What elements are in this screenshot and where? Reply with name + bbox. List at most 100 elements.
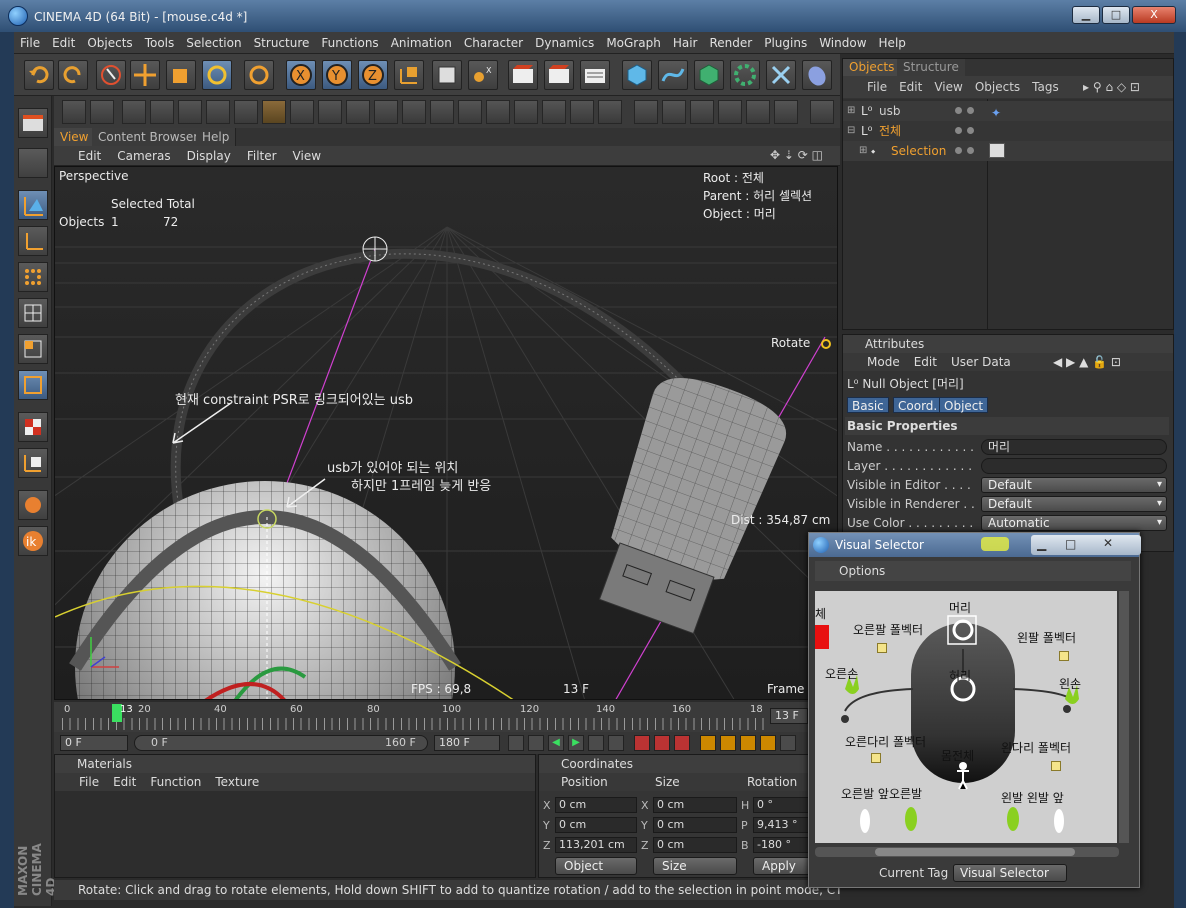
bridge-tool-icon[interactable] xyxy=(318,100,342,124)
render-picture-viewer-icon[interactable] xyxy=(544,60,574,90)
play-backward-icon[interactable]: ◀ xyxy=(548,735,564,751)
current-tag-dropdown[interactable]: Visual Selector xyxy=(953,864,1067,882)
cube-icon[interactable] xyxy=(622,60,652,90)
vs-label-left-arm-pole[interactable]: 왼팔 폴벡터 xyxy=(1017,629,1076,646)
viewport-nav-icon[interactable]: ✥ ⇣ ⟳ ◫ xyxy=(770,148,823,162)
objects-menu-file[interactable]: File xyxy=(867,80,887,94)
vs-label-right-leg-pole[interactable]: 오른다리 폴벡터 xyxy=(845,733,926,750)
rotate-icon[interactable] xyxy=(202,60,232,90)
3d-viewport[interactable]: Perspective Selected Total Objects 1 72 … xyxy=(54,166,838,700)
coordinate-system-icon[interactable] xyxy=(394,60,424,90)
go-to-start-icon[interactable] xyxy=(508,735,524,751)
menu-render[interactable]: Render xyxy=(703,32,758,54)
materials-menu-function[interactable]: Function xyxy=(150,775,201,789)
add-point-icon[interactable] xyxy=(262,100,286,124)
smooth-shift-icon[interactable] xyxy=(402,100,426,124)
weld-tool-icon[interactable] xyxy=(290,100,314,124)
minimize-button[interactable]: ▁ xyxy=(1072,6,1100,24)
objects-menu-objects[interactable]: Objects xyxy=(975,80,1020,94)
left-arm-pole-handle[interactable] xyxy=(1059,651,1069,661)
visual-selector-titlebar[interactable]: Visual Selector ▁ □ ✕ xyxy=(809,533,1141,557)
use-polygon-mode-icon[interactable] xyxy=(18,334,48,364)
undo-icon[interactable] xyxy=(24,60,54,90)
right-arm-pole-handle[interactable] xyxy=(877,643,887,653)
scale-icon[interactable] xyxy=(166,60,196,90)
render-settings-icon[interactable] xyxy=(580,60,610,90)
vs-minimize-button[interactable]: ▁ xyxy=(1037,537,1046,551)
position-key-icon[interactable] xyxy=(700,735,716,751)
use-model-mode-icon[interactable] xyxy=(18,190,48,220)
snap-settings-icon[interactable] xyxy=(810,100,834,124)
go-to-end-icon[interactable] xyxy=(608,735,624,751)
polygon-tool-icon[interactable] xyxy=(178,100,202,124)
color-swatch[interactable] xyxy=(815,625,829,649)
vs-label-right-foot[interactable]: 오른발 앞오른발 xyxy=(841,785,922,802)
attributes-menu-user-data[interactable]: User Data xyxy=(951,355,1011,369)
expand-icon[interactable]: ⊞ xyxy=(847,101,855,121)
matrix-extrude-icon[interactable] xyxy=(458,100,482,124)
tab-object[interactable]: Object xyxy=(939,397,989,413)
vs-label-waist[interactable]: 허리 xyxy=(949,667,971,684)
texture-axis-icon[interactable] xyxy=(18,448,48,478)
line-cut-icon[interactable] xyxy=(598,100,622,124)
tab-basic[interactable]: Basic xyxy=(847,397,889,413)
tab-structure[interactable]: Structure xyxy=(897,59,965,76)
menu-structure[interactable]: Structure xyxy=(248,32,316,54)
menu-animation[interactable]: Animation xyxy=(385,32,458,54)
tab-help[interactable]: Help xyxy=(196,128,237,146)
sculpt-icon[interactable] xyxy=(18,490,48,520)
menu-selection[interactable]: Selection xyxy=(180,32,247,54)
tree-item-selection[interactable]: ⊞ ⬩ Selection xyxy=(843,141,1173,161)
bevel-tool-icon[interactable] xyxy=(234,100,258,124)
record-icon[interactable] xyxy=(634,735,650,751)
vs-options-menu[interactable]: Options xyxy=(815,561,1131,581)
spline-icon[interactable] xyxy=(658,60,688,90)
shading-display-icon[interactable] xyxy=(662,100,686,124)
vs-horizontal-scrollbar[interactable] xyxy=(815,847,1119,857)
objects-menu-tags[interactable]: Tags xyxy=(1032,80,1059,94)
rotation-key-icon[interactable] xyxy=(740,735,756,751)
tree-item-root[interactable]: ⊟ L⁰ 전체 xyxy=(843,121,1173,141)
menu-edit[interactable]: Edit xyxy=(46,32,81,54)
start-frame-field[interactable]: 0 F xyxy=(60,735,128,751)
collapse-icon[interactable]: ⊟ xyxy=(847,121,855,141)
brush-tool-icon[interactable] xyxy=(90,100,114,124)
end-frame-field[interactable]: 180 F xyxy=(434,735,500,751)
vs-label-right-hand[interactable]: 오른손 xyxy=(825,665,858,682)
redo-icon[interactable] xyxy=(58,60,88,90)
size-mode-dropdown[interactable]: Size xyxy=(653,857,737,875)
name-field[interactable]: 머리 xyxy=(981,439,1167,455)
size-y-field[interactable]: 0 cm xyxy=(653,817,737,833)
materials-menu-texture[interactable]: Texture xyxy=(215,775,259,789)
menu-hair[interactable]: Hair xyxy=(667,32,704,54)
menu-plugins[interactable]: Plugins xyxy=(758,32,813,54)
render-view-icon[interactable] xyxy=(432,60,462,90)
vs-label-left-hand[interactable]: 왼손 xyxy=(1059,675,1081,692)
extrude-tool-icon[interactable] xyxy=(206,100,230,124)
tab-coord[interactable]: Coord. xyxy=(893,397,943,413)
menu-window[interactable]: Window xyxy=(813,32,872,54)
close-button[interactable]: X xyxy=(1132,6,1176,24)
objects-menu-view[interactable]: View xyxy=(934,80,962,94)
prev-key-icon[interactable] xyxy=(528,735,544,751)
vs-label-body[interactable]: 몸전체 xyxy=(941,747,974,764)
make-editable-icon[interactable] xyxy=(18,148,48,178)
keyframe-selection-icon[interactable] xyxy=(674,735,690,751)
skeleton-display-icon[interactable] xyxy=(774,100,798,124)
vs-maximize-button[interactable]: □ xyxy=(1065,537,1076,551)
z-axis-lock-icon[interactable]: Z xyxy=(358,60,388,90)
nav-arrows-icon[interactable]: ◀ ▶ ▲ 🔓 ⊡ xyxy=(1053,353,1121,371)
split-tool-icon[interactable] xyxy=(430,100,454,124)
vs-close-button[interactable]: ✕ xyxy=(1103,536,1113,550)
menu-tools[interactable]: Tools xyxy=(139,32,181,54)
layout-icon[interactable] xyxy=(18,108,48,138)
use-color-dropdown[interactable]: Automatic xyxy=(981,515,1167,531)
snap-tool-icon[interactable] xyxy=(122,100,146,124)
menu-help[interactable]: Help xyxy=(873,32,912,54)
vs-scroll-thumb[interactable] xyxy=(875,848,1075,856)
timeline-ruler[interactable]: 0 13 20 40 60 80 100 120 140 160 18 13 F xyxy=(54,702,840,732)
tree-item-usb[interactable]: ⊞ L⁰ usb ✦ xyxy=(843,101,1173,121)
next-key-icon[interactable] xyxy=(588,735,604,751)
texture-mode-icon[interactable] xyxy=(18,412,48,442)
xyz-toggle-icon[interactable]: X xyxy=(468,60,498,90)
